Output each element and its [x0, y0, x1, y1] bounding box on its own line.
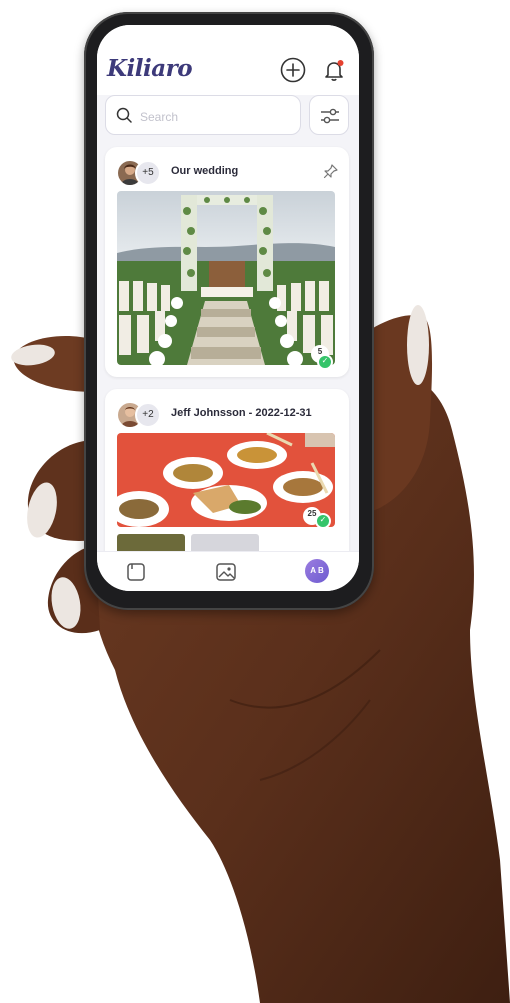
search-icon — [116, 107, 132, 123]
add-button[interactable] — [280, 57, 306, 83]
app-screen: Kiliaro Search +5 Our wedding 5 ✓ +2 Jef… — [97, 25, 359, 591]
add-circle-icon — [280, 57, 306, 83]
search-box[interactable] — [105, 95, 301, 135]
card-title: Our wedding — [171, 165, 239, 177]
search-input[interactable] — [138, 106, 292, 128]
member-avatars: +2 — [117, 402, 167, 428]
feed-card[interactable]: +5 Our wedding 5 ✓ — [105, 147, 349, 377]
member-count-badge: +5 — [135, 160, 161, 186]
check-icon: ✓ — [317, 354, 333, 370]
pin-icon[interactable] — [323, 163, 339, 179]
nav-photos[interactable] — [215, 561, 237, 583]
notifications-button[interactable] — [321, 57, 347, 83]
sliders-icon — [321, 108, 339, 124]
bell-icon — [325, 60, 344, 81]
profile-avatar[interactable]: A B — [305, 559, 329, 583]
albums-icon — [127, 563, 145, 581]
check-icon: ✓ — [315, 513, 331, 529]
bottom-nav: A B — [97, 551, 359, 591]
wedding-ceremony-photo[interactable] — [117, 191, 335, 365]
app-header: Kiliaro — [97, 25, 359, 95]
card-title: Jeff Johnsson - 2022-12-31 — [171, 407, 312, 419]
filter-button[interactable] — [309, 95, 349, 135]
app-logo: Kiliaro — [107, 55, 193, 82]
photos-icon — [216, 563, 236, 581]
member-avatars: +5 — [117, 160, 167, 186]
nav-albums[interactable] — [125, 561, 147, 583]
member-count-badge: +2 — [135, 402, 161, 428]
